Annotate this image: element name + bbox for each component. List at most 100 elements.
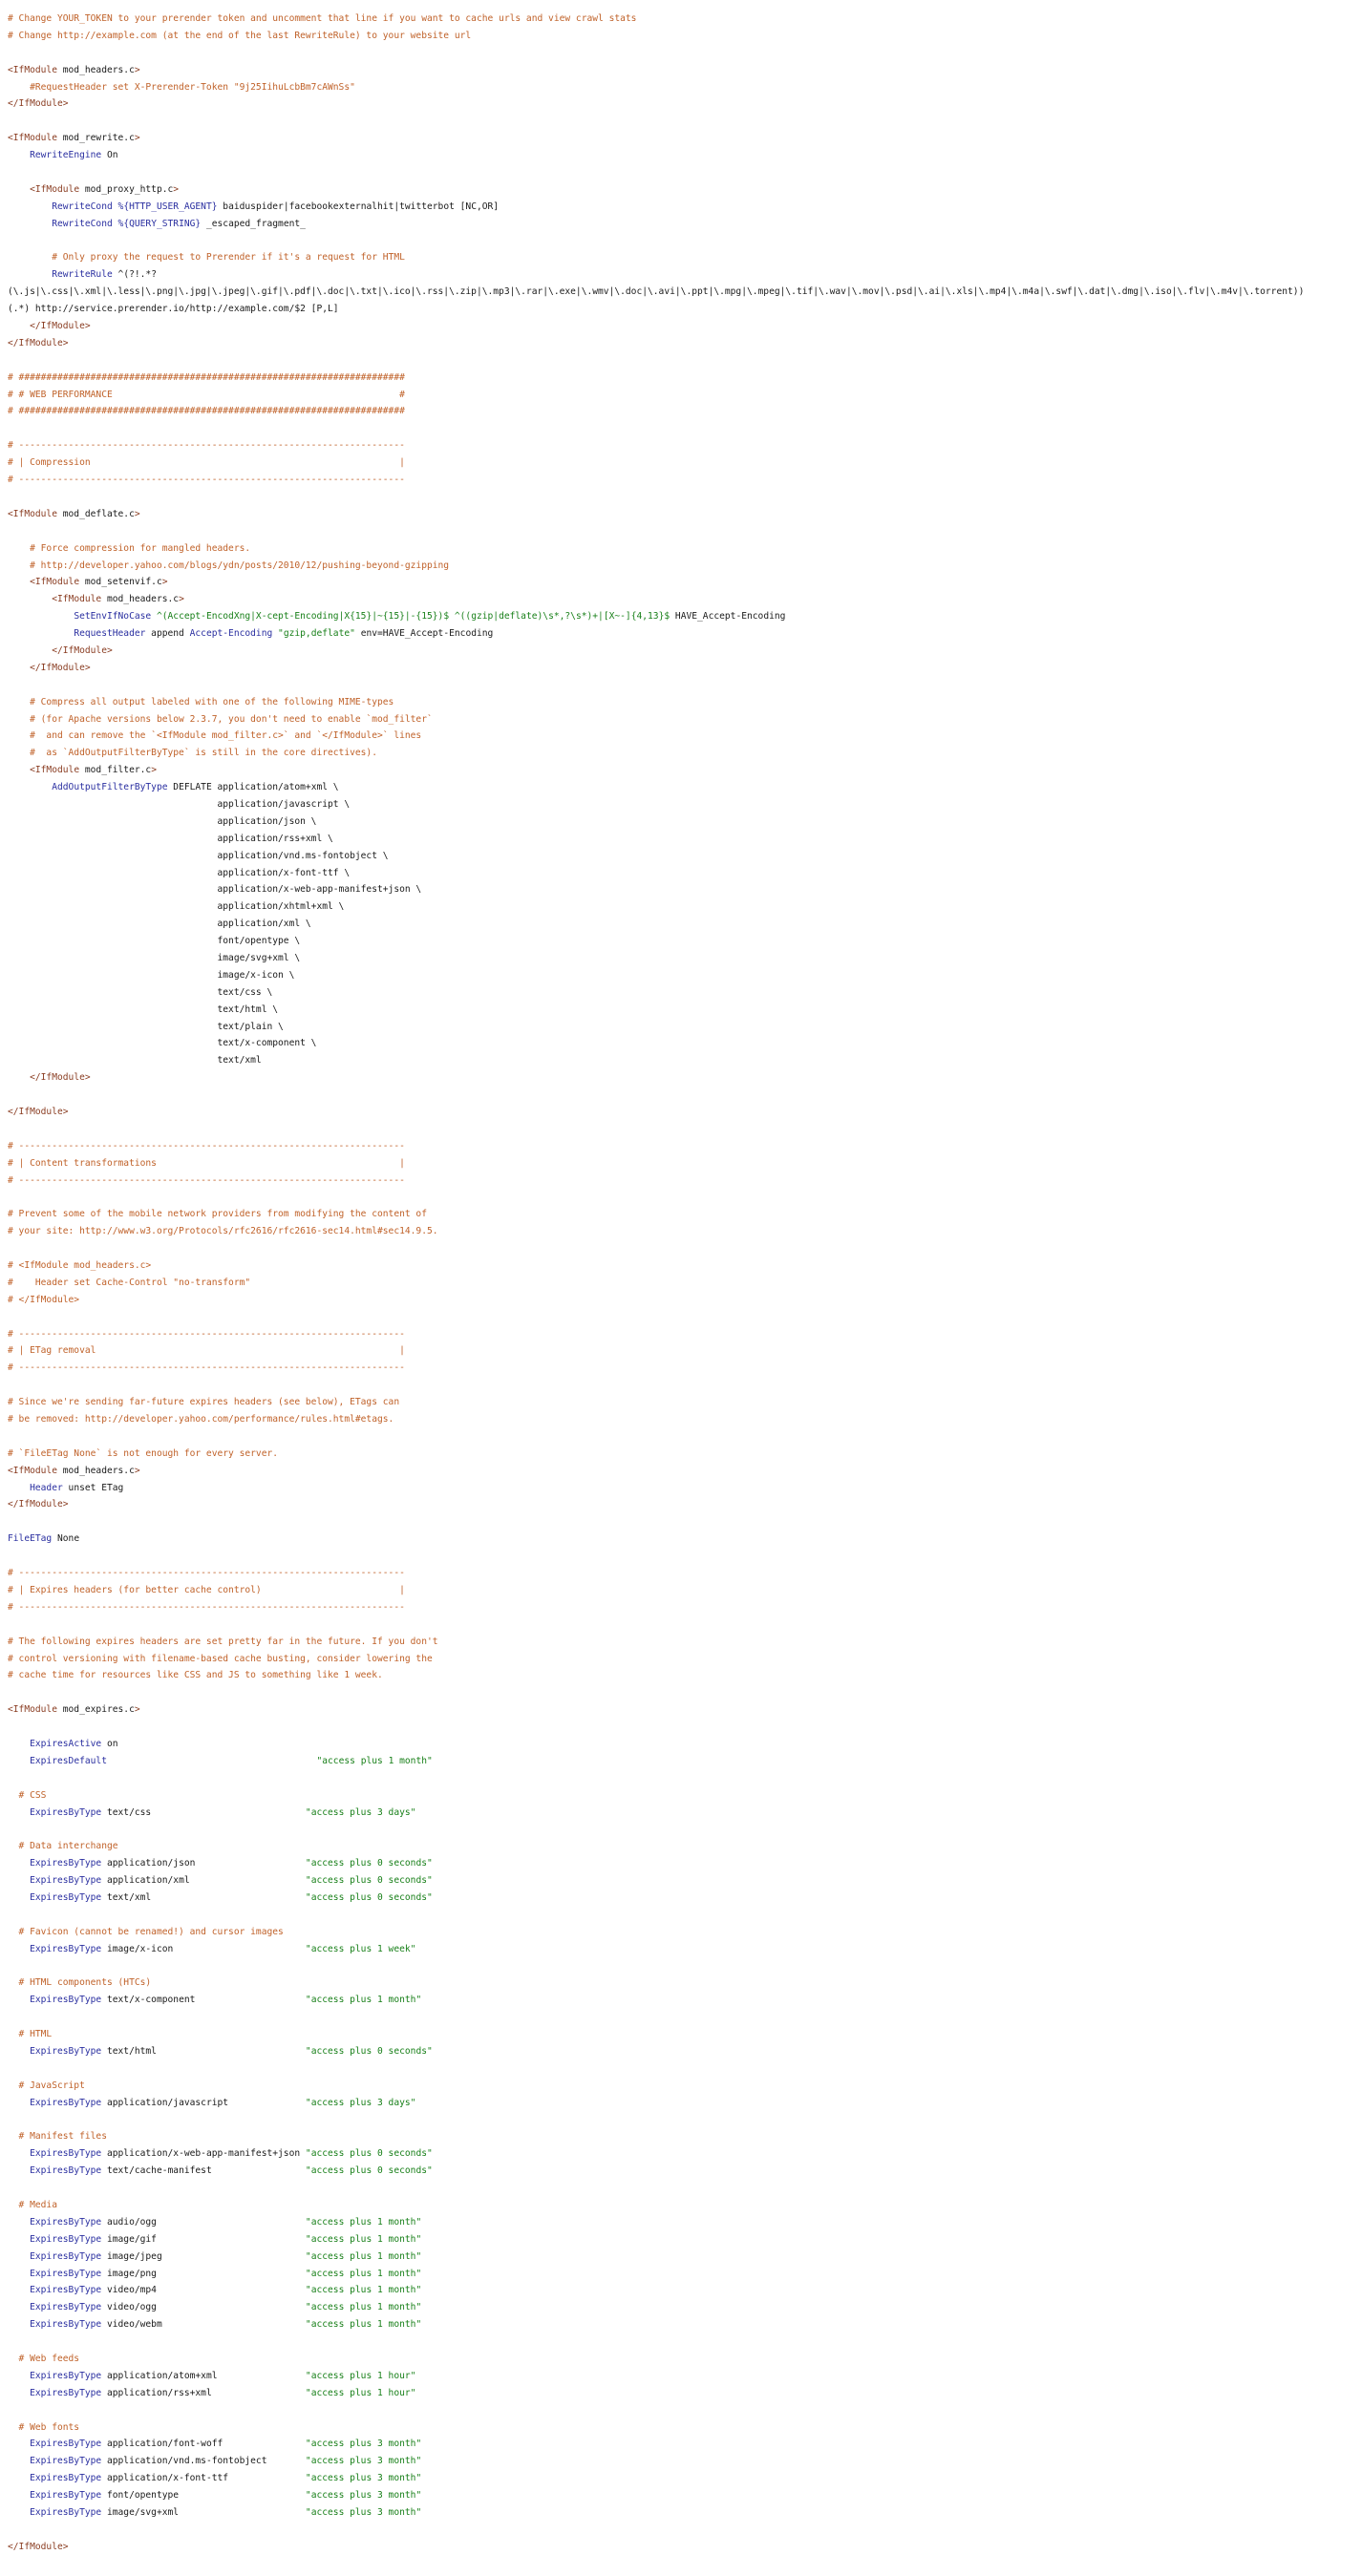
code-line: ExpiresByType application/vnd.ms-fontobj… bbox=[8, 2453, 1362, 2470]
code-comment: # | Expires headers (for better cache co… bbox=[8, 1584, 405, 1595]
code-string-value: "access plus 3 month" bbox=[305, 2439, 422, 2450]
code-code-text bbox=[8, 2473, 30, 2483]
code-directive: RewriteRule bbox=[52, 269, 113, 281]
code-module-tag: </IfModule> bbox=[30, 321, 91, 332]
code-line: ExpiresByType image/jpeg "access plus 1 … bbox=[8, 2249, 1362, 2266]
code-line: RewriteCond %{HTTP_USER_AGENT} baiduspid… bbox=[8, 199, 1362, 216]
code-code-text bbox=[8, 2319, 30, 2330]
code-line: <IfModule mod_deflate.c> bbox=[8, 506, 1362, 523]
code-directive: ExpiresByType bbox=[30, 2387, 102, 2398]
code-string-value: "access plus 1 hour" bbox=[305, 2370, 416, 2381]
code-string-value: ^((gzip|deflate)\s*,?\s*)+|[X~-]{4,13}$ bbox=[454, 611, 670, 623]
code-code-text: font/opentype \ bbox=[8, 936, 301, 947]
code-directive: ExpiresDefault bbox=[30, 1755, 107, 1766]
code-line: RewriteCond %{QUERY_STRING} _escaped_fra… bbox=[8, 216, 1362, 233]
code-line: # <IfModule mod_headers.c> bbox=[8, 1257, 1362, 1275]
code-directive: ExpiresByType bbox=[30, 2268, 102, 2279]
code-string-value: "access plus 0 seconds" bbox=[305, 2045, 433, 2057]
code-module-tag: </IfModule> bbox=[52, 644, 113, 656]
code-line: </IfModule> bbox=[8, 1069, 1362, 1087]
code-code-text bbox=[8, 2165, 30, 2176]
code-line: # --------------------------------------… bbox=[8, 1360, 1362, 1377]
code-comment: # --------------------------------------… bbox=[8, 1328, 405, 1340]
code-line: # --------------------------------------… bbox=[8, 437, 1362, 454]
code-comment: # Favicon (cannot be renamed!) and curso… bbox=[8, 1926, 284, 1937]
code-code-text bbox=[8, 782, 52, 792]
code-comment: # <IfModule mod_headers.c> bbox=[8, 1260, 152, 1272]
code-string-value: "gzip,deflate" bbox=[278, 628, 355, 640]
code-line: application/x-web-app-manifest+json \ bbox=[8, 881, 1362, 898]
code-code-text bbox=[8, 2439, 30, 2449]
code-line: # Only proxy the request to Prerender if… bbox=[8, 249, 1362, 266]
code-code-text: image/svg+xml bbox=[101, 2507, 306, 2519]
code-string-value: "access plus 0 seconds" bbox=[305, 1875, 433, 1887]
code-code-text bbox=[8, 2490, 30, 2501]
code-line: <IfModule mod_headers.c> bbox=[8, 1463, 1362, 1480]
code-module-tag: <IfModule bbox=[30, 577, 80, 588]
code-line: # cache time for resources like CSS and … bbox=[8, 1667, 1362, 1684]
code-code-text bbox=[8, 1756, 30, 1766]
code-line: RewriteEngine On bbox=[8, 147, 1362, 164]
code-module-tag: <IfModule bbox=[8, 64, 57, 75]
code-line: (\.js|\.css|\.xml|\.less|\.png|\.jpg|\.j… bbox=[8, 284, 1362, 301]
code-line: # ######################################… bbox=[8, 403, 1362, 420]
code-line: # Media bbox=[8, 2197, 1362, 2214]
code-comment: # --------------------------------------… bbox=[8, 1601, 405, 1613]
code-code-text: application/xml \ bbox=[8, 918, 311, 930]
code-string-value: "access plus 3 month" bbox=[305, 2473, 422, 2484]
code-code-text bbox=[8, 2371, 30, 2381]
code-comment: # --------------------------------------… bbox=[8, 1362, 405, 1374]
code-code-text: mod_expires.c bbox=[56, 1704, 135, 1716]
code-code-text: application/atom+xml bbox=[101, 2370, 306, 2381]
code-line: ExpiresByType image/x-icon "access plus … bbox=[8, 1941, 1362, 1958]
code-code-text: on bbox=[101, 1738, 118, 1749]
code-line: ExpiresByType text/css "access plus 3 da… bbox=[8, 1805, 1362, 1822]
code-line: text/html \ bbox=[8, 1002, 1362, 1019]
code-module-tag: </IfModule> bbox=[8, 337, 69, 348]
code-code-text bbox=[8, 1483, 30, 1493]
code-line: </IfModule> bbox=[8, 643, 1362, 660]
code-line: <IfModule mod_filter.c> bbox=[8, 762, 1362, 779]
code-code-text: application/javascript \ bbox=[8, 798, 351, 810]
code-line: # Compress all output labeled with one o… bbox=[8, 694, 1362, 711]
code-directive: RewriteCond bbox=[52, 201, 113, 212]
code-comment: # --------------------------------------… bbox=[8, 1140, 405, 1151]
code-line: AddOutputFilterByType DEFLATE applicatio… bbox=[8, 779, 1362, 796]
code-line: ExpiresByType video/webm "access plus 1 … bbox=[8, 2316, 1362, 2333]
code-code-text: application/vnd.ms-fontobject bbox=[101, 2456, 306, 2467]
code-directive: RewriteEngine bbox=[30, 150, 102, 161]
code-string-value: "access plus 1 week" bbox=[305, 1943, 416, 1954]
code-code-text bbox=[8, 1875, 30, 1886]
code-line: ExpiresByType application/x-font-ttf "ac… bbox=[8, 2470, 1362, 2487]
code-code-text bbox=[8, 1944, 30, 1954]
code-line: # HTML bbox=[8, 2026, 1362, 2043]
code-directive: SetEnvIfNoCase bbox=[74, 611, 152, 623]
code-code-text: application/json \ bbox=[8, 815, 317, 827]
code-comment: # Manifest files bbox=[8, 2131, 107, 2143]
code-string-value: "access plus 3 month" bbox=[305, 2456, 422, 2467]
code-code-text: baiduspider|facebookexternalhit|twitterb… bbox=[217, 201, 500, 212]
code-code-text: font/opentype bbox=[101, 2490, 306, 2502]
code-line: ExpiresByType application/atom+xml "acce… bbox=[8, 2368, 1362, 2385]
code-line: </IfModule> bbox=[8, 318, 1362, 335]
code-module-tag: <IfModule bbox=[8, 1704, 57, 1716]
code-module-tag: </IfModule> bbox=[8, 2541, 69, 2552]
code-directive: RewriteCond bbox=[52, 218, 113, 229]
code-line: application/rss+xml \ bbox=[8, 831, 1362, 848]
code-code-text: text/html bbox=[101, 2045, 306, 2057]
code-code-text bbox=[8, 2148, 30, 2159]
code-comment: # ######################################… bbox=[8, 371, 405, 383]
code-line: FileETag None bbox=[8, 1531, 1362, 1548]
code-line: ExpiresByType text/xml "access plus 0 se… bbox=[8, 1890, 1362, 1907]
code-code-text: text/xml bbox=[101, 1891, 306, 1903]
code-string-value: "access plus 1 month" bbox=[305, 2268, 422, 2279]
